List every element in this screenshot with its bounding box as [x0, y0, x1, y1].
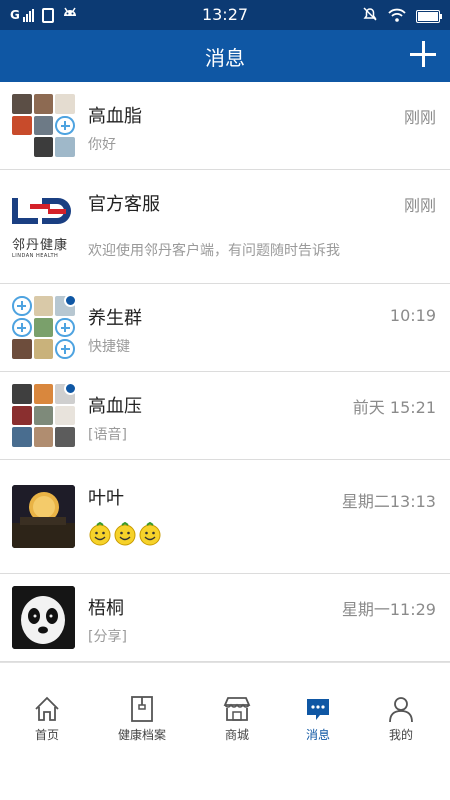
conversation-name: 高血压	[88, 396, 142, 417]
status-bar: G 13:27	[0, 0, 450, 30]
avatar	[12, 485, 75, 548]
chat-icon	[307, 699, 329, 720]
wifi-icon	[388, 7, 406, 26]
user-icon	[389, 697, 413, 723]
conversation-name: 叶叶	[88, 488, 124, 509]
page-title: 消息	[205, 46, 245, 70]
lindan-logo: 邻丹健康 LINDAN HEALTH	[12, 196, 75, 259]
group-avatar	[12, 94, 75, 157]
conversation-name: 官方客服	[88, 194, 160, 215]
tab-label: 首页	[34, 728, 59, 742]
tab-label: 消息	[305, 728, 330, 742]
file-icon	[131, 696, 153, 722]
conversation-time: 星期二13:13	[341, 492, 436, 511]
status-right	[362, 6, 442, 26]
avatar	[12, 586, 75, 649]
conversation-item[interactable]: 梧桐 星期一11:29 [分享]	[0, 574, 450, 662]
conversation-time: 星期一11:29	[341, 600, 436, 619]
smiley-icon	[139, 522, 161, 546]
conversation-item[interactable]: 叶叶 星期二13:13	[0, 460, 450, 574]
conversation-name: 梧桐	[88, 598, 124, 619]
conversation-name: 养生群	[88, 308, 142, 329]
shop-icon	[223, 697, 251, 721]
smiley-icon	[89, 522, 111, 546]
tab-home[interactable]: 首页	[7, 695, 87, 743]
tab-me[interactable]: 我的	[361, 695, 441, 743]
conversation-preview: 你好	[88, 137, 116, 153]
emoji-preview	[88, 522, 162, 546]
home-icon	[35, 696, 59, 721]
battery-icon	[416, 9, 442, 23]
group-avatar	[12, 294, 77, 359]
tab-messages[interactable]: 消息	[278, 695, 358, 743]
conversation-item[interactable]: 高血脂 刚刚 你好	[0, 82, 450, 170]
tab-shop[interactable]: 商城	[197, 695, 277, 743]
conversation-time: 刚刚	[403, 196, 436, 215]
conversation-item[interactable]: 邻丹健康 LINDAN HEALTH 官方客服 刚刚 欢迎使用邻丹客户端，有问题…	[0, 170, 450, 284]
header-bar: 消息	[0, 30, 450, 82]
group-avatar	[12, 382, 77, 447]
conversation-item[interactable]: 养生群 10:19 快捷键	[0, 284, 450, 372]
conversation-time: 10:19	[389, 306, 436, 325]
smiley-icon	[114, 522, 136, 546]
add-button[interactable]	[408, 39, 438, 69]
conversation-name: 高血脂	[88, 106, 142, 127]
conversation-preview: 快捷键	[88, 339, 130, 355]
tab-label: 商城	[224, 728, 249, 742]
bottom-tab-bar: 首页 健康档案 商城 消息 我的	[0, 662, 450, 800]
unread-dot	[64, 382, 77, 395]
conversation-preview: [分享]	[88, 629, 127, 645]
tab-label: 健康档案	[117, 728, 166, 742]
tab-label: 我的	[388, 728, 413, 742]
logo-text: 邻丹健康	[12, 238, 69, 253]
conversation-time: 刚刚	[403, 108, 436, 127]
logo-subtext: LINDAN HEALTH	[12, 253, 59, 259]
conversation-list: 高血脂 刚刚 你好 邻丹健康 LINDAN HEALTH 官方客服 刚刚 欢迎使…	[0, 82, 450, 662]
conversation-time: 前天 15:21	[352, 398, 436, 417]
conversation-preview: [语音]	[88, 427, 127, 443]
unread-dot	[64, 294, 77, 307]
conversation-preview: 欢迎使用邻丹客户端，有问题随时告诉我	[88, 243, 340, 259]
conversation-item[interactable]: 高血压 前天 15:21 [语音]	[0, 372, 450, 460]
mute-icon	[362, 6, 378, 26]
tab-health-records[interactable]: 健康档案	[102, 695, 182, 743]
